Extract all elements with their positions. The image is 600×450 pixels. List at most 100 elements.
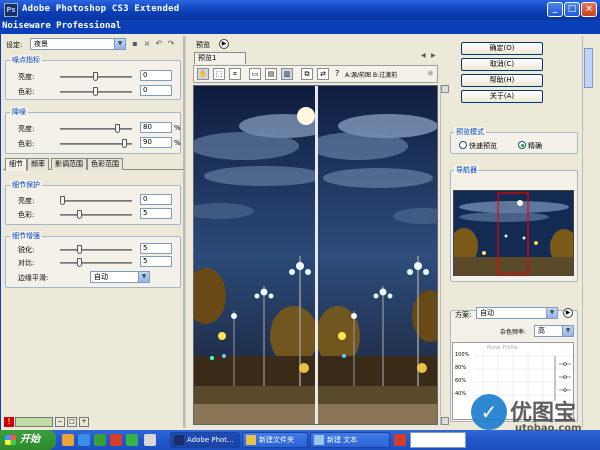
preview-play-icon[interactable]: ▶ xyxy=(219,39,229,49)
navigator-thumbnail[interactable] xyxy=(453,190,574,276)
quicklaunch-media-icon[interactable] xyxy=(94,434,106,446)
help-button[interactable]: 帮助(H) xyxy=(461,74,543,87)
taskbar-item-photoshop-label: Adobe Phot... xyxy=(187,436,234,444)
about-button[interactable]: 关于(A) xyxy=(461,90,543,103)
undo-icon[interactable]: ↶ xyxy=(154,39,164,49)
noise-level-luminance-input[interactable]: 0 xyxy=(140,70,172,81)
noise-reduction-color-input[interactable]: 90 xyxy=(140,137,172,148)
settings-select[interactable]: 夜景 ▼ xyxy=(30,38,126,50)
chevron-right-icon[interactable]: ▶ xyxy=(431,52,436,59)
detail-enhance-contrast-input[interactable]: 5 xyxy=(140,256,172,267)
warning-icon: ! xyxy=(4,417,14,427)
quicklaunch-folder-icon[interactable] xyxy=(62,434,74,446)
noise-level-luminance-thumb[interactable] xyxy=(93,72,98,81)
copy-view-icon[interactable]: ⧉ xyxy=(301,68,313,80)
photoshop-icon xyxy=(174,435,184,445)
noise-reduction-color-label: 色彩: xyxy=(18,140,35,148)
scheme-play-icon[interactable]: ▶ xyxy=(563,308,573,318)
detail-enhance-contrast-slider[interactable] xyxy=(60,262,132,264)
taskbar-input-box[interactable] xyxy=(410,432,466,448)
window-titlebar: Ps Adobe Photoshop CS3 Extended _ □ × xyxy=(0,0,600,20)
ok-button[interactable]: 确定(O) xyxy=(461,42,543,55)
preview-tab[interactable]: 预览1 xyxy=(194,52,246,64)
detail-protect-luminance-thumb[interactable] xyxy=(60,196,65,205)
utobao-logo: ✓ xyxy=(471,394,507,430)
detail-enhance-contrast-thumb[interactable] xyxy=(77,258,82,267)
graph-y-tick-40: 40% xyxy=(455,391,467,397)
noise-reduction-color-thumb[interactable] xyxy=(121,139,127,148)
cancel-button[interactable]: 取消(C) xyxy=(461,58,543,71)
chevron-left-icon[interactable]: ◀ xyxy=(421,52,426,59)
preview-mode-title: 预览模式 xyxy=(454,127,486,137)
zoom-in-button[interactable]: + xyxy=(79,417,89,427)
noise-reduction-title: 降噪 xyxy=(10,107,28,117)
noise-level-color-input[interactable]: 0 xyxy=(140,85,172,96)
taskbar-item-folder-label: 新建文件夹 xyxy=(259,436,294,444)
right-panel-scrollbar[interactable] xyxy=(582,36,594,428)
tab-detail[interactable]: 细节 xyxy=(5,158,27,171)
preview-after-image xyxy=(318,86,437,424)
redo-icon[interactable]: ↷ xyxy=(166,39,176,49)
taskbar-app-icon[interactable] xyxy=(394,434,406,446)
help-icon[interactable]: ? xyxy=(335,69,339,78)
noise-reduction-luminance-slider[interactable] xyxy=(60,128,132,130)
preview-scrollbar[interactable] xyxy=(440,85,449,425)
detail-protect-luminance-input[interactable]: 0 xyxy=(140,194,172,205)
settings-gear-icon[interactable]: ✺ xyxy=(427,69,434,78)
maximize-button[interactable]: □ xyxy=(564,2,580,17)
preview-canvas[interactable] xyxy=(193,85,438,425)
single-view-icon[interactable]: ▭ xyxy=(249,68,261,80)
noise-reduction-luminance-thumb[interactable] xyxy=(114,124,120,133)
detail-protect-color-slider[interactable] xyxy=(60,214,132,216)
detail-protect-color-input[interactable]: 5 xyxy=(140,208,172,219)
noise-reduction-color-unit: % xyxy=(174,139,181,147)
start-label: 开始 xyxy=(20,434,40,445)
preview-label: 预览 xyxy=(196,41,210,49)
quicklaunch-chat-icon[interactable] xyxy=(126,434,138,446)
delete-preset-icon[interactable]: × xyxy=(142,39,152,49)
scheme-select[interactable]: 自动 ▼ xyxy=(476,307,558,319)
quicklaunch-app-icon[interactable] xyxy=(110,434,122,446)
detail-protect-color-thumb[interactable] xyxy=(77,210,82,219)
scroll-down-button[interactable] xyxy=(441,417,449,425)
preview-toolbar-text: A:源/前图 B:过渡前 xyxy=(345,72,398,79)
start-button[interactable]: 开始 xyxy=(0,430,56,450)
fit-button[interactable]: □ xyxy=(67,417,77,427)
split-horizontal-icon[interactable]: ▤ xyxy=(265,68,277,80)
chevron-down-icon: ▼ xyxy=(562,326,573,336)
zoom-out-button[interactable]: − xyxy=(55,417,65,427)
noise-frequency-label: 杂色频率: xyxy=(500,329,527,336)
taskbar-item-folder[interactable]: 新建文件夹 xyxy=(242,432,308,448)
detail-protect-luminance-slider[interactable] xyxy=(60,200,132,202)
marquee-tool-icon[interactable]: ⬚ xyxy=(213,68,225,80)
edge-smooth-select[interactable]: 自动 ▼ xyxy=(90,271,150,283)
split-vertical-icon[interactable]: ▥ xyxy=(281,68,293,80)
tab-color-range[interactable]: 色彩范围 xyxy=(87,158,123,170)
quicklaunch-ie-icon[interactable] xyxy=(78,434,90,446)
detail-enhance-sharpen-thumb[interactable] xyxy=(77,245,82,254)
detail-enhance-title: 细节增强 xyxy=(10,231,42,241)
save-preset-icon[interactable]: ▪ xyxy=(130,39,140,49)
noise-level-color-thumb[interactable] xyxy=(93,87,98,96)
noise-reduction-luminance-input[interactable]: 80 xyxy=(140,122,172,133)
detail-enhance-sharpen-input[interactable]: 5 xyxy=(140,243,172,254)
scroll-up-button[interactable] xyxy=(441,85,449,93)
right-scroll-thumb[interactable] xyxy=(584,48,593,88)
radio-fast-preview[interactable] xyxy=(459,141,467,149)
minimize-button[interactable]: _ xyxy=(547,2,563,17)
close-button[interactable]: × xyxy=(581,2,597,17)
taskbar-item-text[interactable]: 新建 文本 xyxy=(310,432,390,448)
radio-accurate[interactable] xyxy=(518,141,526,149)
quicklaunch-desktop-icon[interactable] xyxy=(144,434,156,446)
tab-tonal-range[interactable]: 影调范围 xyxy=(51,158,87,170)
hand-tool-icon[interactable]: ✋ xyxy=(197,68,209,80)
crop-tool-icon[interactable]: ⌗ xyxy=(229,68,241,80)
settings-label: 设定: xyxy=(6,41,23,49)
noise-frequency-select[interactable]: 高 ▼ xyxy=(534,325,574,337)
tab-frequency[interactable]: 频率 xyxy=(27,158,49,170)
left-panel-scrollbar[interactable] xyxy=(185,36,193,428)
taskbar-item-photoshop[interactable]: Adobe Phot... xyxy=(170,432,240,448)
noise-level-color-label: 色彩: xyxy=(18,88,35,96)
swap-view-icon[interactable]: ⇄ xyxy=(317,68,329,80)
detail-enhance-sharpen-slider[interactable] xyxy=(60,249,132,251)
